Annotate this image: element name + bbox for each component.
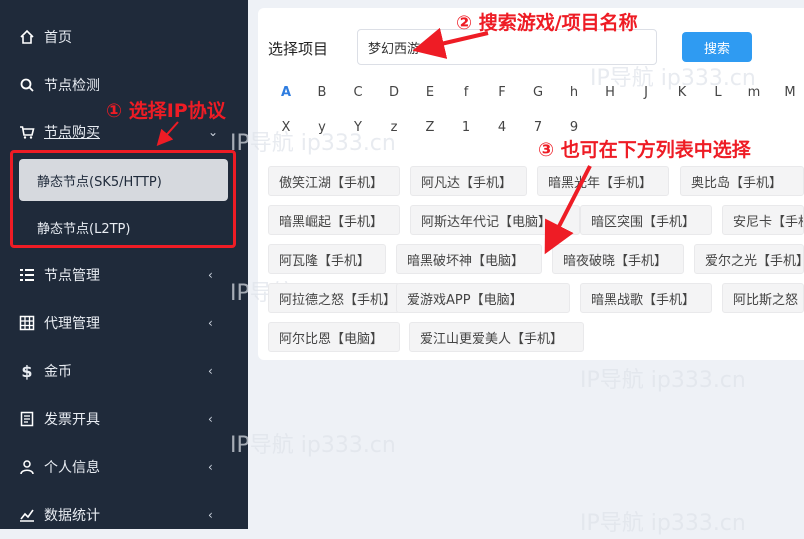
letter-filter-item[interactable]: X	[276, 120, 296, 135]
home-icon	[18, 28, 36, 46]
annotation-step-1: ① 选择IP协议	[106, 100, 226, 122]
letter-filter-item[interactable]: m	[744, 85, 764, 100]
search-button[interactable]: 搜索	[682, 32, 752, 62]
sidebar: 首页 节点检测 节点购买 ⌄ 节点管理 ‹ 代理管理 ‹ $ 金币 ‹ 发票开具…	[0, 0, 248, 529]
sidebar-item-label: 数据统计	[44, 508, 100, 524]
letter-filter-item[interactable]: 9	[564, 120, 584, 135]
user-icon	[18, 458, 36, 476]
sidebar-item-label: 发票开具	[44, 412, 100, 428]
letter-filter-item[interactable]: L	[708, 85, 728, 100]
chevron-left-icon: ‹	[208, 412, 213, 426]
letter-filter-item[interactable]: A	[276, 85, 296, 100]
sidebar-item-label: 节点管理	[44, 268, 100, 284]
project-tag[interactable]: 暗黑破坏神【电脑】	[396, 244, 542, 274]
search-icon	[18, 76, 36, 94]
letter-filter-item[interactable]: E	[420, 85, 440, 100]
sidebar-item-label: 首页	[44, 30, 72, 46]
project-tag[interactable]: 爱游戏APP【电脑】	[396, 283, 570, 313]
letter-filter-item[interactable]: G	[528, 85, 548, 100]
project-tag[interactable]: 阿凡达【手机】	[410, 166, 527, 196]
chevron-left-icon: ‹	[208, 364, 213, 378]
sidebar-item-node-manage[interactable]: 节点管理 ‹	[0, 251, 248, 299]
sidebar-item-profile[interactable]: 个人信息 ‹	[0, 443, 248, 491]
project-tag[interactable]: 阿比斯之怒	[722, 283, 804, 313]
project-tag[interactable]: 暗黑战歌【手机】	[580, 283, 712, 313]
sidebar-item-label: 节点购买	[44, 125, 100, 141]
project-tag[interactable]: 暗黑崛起【手机】	[268, 205, 400, 235]
letter-filter-item[interactable]: B	[312, 85, 332, 100]
dollar-icon: $	[21, 361, 33, 381]
chevron-left-icon: ‹	[208, 268, 213, 282]
letter-filter-item[interactable]: D	[384, 85, 404, 100]
letter-filter-item[interactable]: z	[384, 120, 404, 135]
project-tag[interactable]: 阿拉德之怒【手机】	[268, 283, 400, 313]
sidebar-item-home[interactable]: 首页	[0, 13, 248, 61]
project-tag[interactable]: 爱江山更爱美人【手机】	[409, 322, 584, 352]
letter-filter-item[interactable]: 7	[528, 120, 548, 135]
select-project-label: 选择项目	[268, 40, 329, 58]
watermark: IP导航 ip333.cn	[230, 433, 396, 458]
project-tag[interactable]: 阿斯达年代记【电脑】	[410, 205, 580, 235]
sidebar-item-label: 节点检测	[44, 78, 100, 94]
letter-filter-item[interactable]: F	[492, 85, 512, 100]
letter-filter-item[interactable]: f	[456, 85, 476, 100]
invoice-icon	[18, 410, 36, 428]
sidebar-item-label: 个人信息	[44, 460, 100, 476]
letter-filter-item[interactable]: J	[636, 85, 656, 100]
sidebar-item-label: 代理管理	[44, 316, 100, 332]
letter-filter-item[interactable]: h	[564, 85, 584, 100]
project-tag[interactable]: 奥比岛【手机】	[680, 166, 804, 196]
sidebar-item-gold[interactable]: $ 金币 ‹	[0, 347, 248, 395]
sidebar-item-statistics[interactable]: 数据统计 ‹	[0, 491, 248, 539]
project-tag[interactable]: 安尼卡【手机】	[722, 205, 804, 235]
project-tag[interactable]: 暗黑光年【手机】	[537, 166, 669, 196]
letter-filter-item[interactable]: 1	[456, 120, 476, 135]
project-tag[interactable]: 傲笑江湖【手机】	[268, 166, 400, 196]
letter-filter-item[interactable]: Z	[420, 120, 440, 135]
list-icon	[18, 266, 36, 284]
letter-filter-item[interactable]: H	[600, 85, 620, 100]
sidebar-item-label: 金币	[44, 364, 72, 380]
watermark: IP导航 ip333.cn	[580, 368, 746, 393]
submenu-item-sk5-http[interactable]: 静态节点(SK5/HTTP)	[19, 159, 228, 201]
sidebar-item-proxy-manage[interactable]: 代理管理 ‹	[0, 299, 248, 347]
chevron-left-icon: ‹	[208, 316, 213, 330]
project-tag[interactable]: 阿尔比恩【电脑】	[268, 322, 400, 352]
chevron-left-icon: ‹	[208, 460, 213, 474]
annotation-step-2: ② 搜索游戏/项目名称	[456, 12, 638, 34]
grid-icon	[18, 314, 36, 332]
letter-filter-item[interactable]: 4	[492, 120, 512, 135]
project-tag[interactable]: 爱尔之光【手机】	[694, 244, 804, 274]
project-tag[interactable]: 暗夜破晓【手机】	[552, 244, 684, 274]
letter-filter-item[interactable]: K	[672, 85, 692, 100]
letter-filter-item[interactable]: C	[348, 85, 368, 100]
chart-icon	[18, 506, 36, 524]
chevron-down-icon: ⌄	[208, 125, 219, 139]
project-tag[interactable]: 阿瓦隆【手机】	[268, 244, 386, 274]
submenu-item-l2tp[interactable]: 静态节点(L2TP)	[19, 206, 228, 248]
cart-icon	[18, 123, 36, 141]
watermark: IP导航 ip333.cn	[580, 511, 746, 536]
annotation-step-3: ③ 也可在下方列表中选择	[538, 139, 751, 161]
chevron-left-icon: ‹	[208, 508, 213, 522]
letter-filter-item[interactable]: Y	[348, 120, 368, 135]
project-tag[interactable]: 暗区突围【手机】	[580, 205, 712, 235]
sidebar-item-invoice[interactable]: 发票开具 ‹	[0, 395, 248, 443]
letter-filter-item[interactable]: y	[312, 120, 332, 135]
letter-filter-item[interactable]: M	[780, 85, 800, 100]
